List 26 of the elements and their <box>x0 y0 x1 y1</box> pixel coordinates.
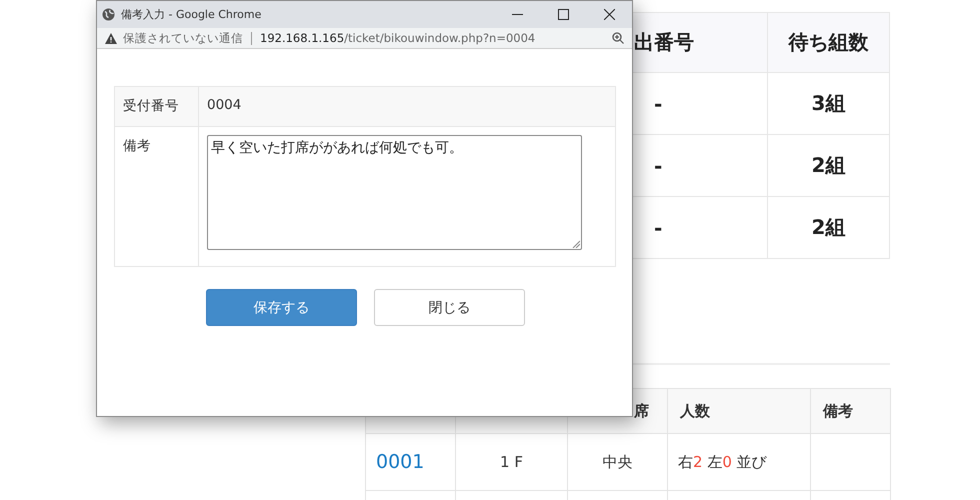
table-cell: 2組 <box>768 196 890 258</box>
zoom-icon[interactable] <box>612 32 624 44</box>
column-header: 出番号 <box>632 12 768 72</box>
remarks-field[interactable]: 早く空いた打席ががあれば何処でも可。 <box>207 135 582 250</box>
save-button[interactable]: 保存する <box>206 289 357 326</box>
ticket-link[interactable]: 0001 <box>366 434 456 490</box>
party-size-text: 右2 左0 並び <box>678 452 767 470</box>
column-header: 人数 <box>668 388 810 434</box>
maximize-icon <box>558 9 568 20</box>
field-label: 受付番号 <box>114 86 198 126</box>
url-text[interactable]: 192.168.1.165/ticket/bikouwindow.php?n=0004 <box>260 31 612 45</box>
field-value: 0004 <box>207 97 242 113</box>
warning-icon <box>105 32 117 44</box>
table-cell: 2組 <box>768 134 890 196</box>
close-icon <box>604 9 614 20</box>
security-label: 保護されていない通信 <box>123 30 243 46</box>
table-cell: 1 F <box>456 434 568 490</box>
field-label: 備考 <box>114 126 198 266</box>
table-cell: 中央 <box>568 434 668 490</box>
resize-grip-icon[interactable] <box>572 240 580 248</box>
table-cell: 3組 <box>768 72 890 134</box>
close-dialog-button[interactable]: 閉じる <box>374 289 525 326</box>
column-header: 備考 <box>810 388 890 434</box>
globe-icon <box>102 8 115 21</box>
column-header: 待ち組数 <box>768 12 890 72</box>
window-title: 備考入力 - Google Chrome <box>121 7 262 22</box>
